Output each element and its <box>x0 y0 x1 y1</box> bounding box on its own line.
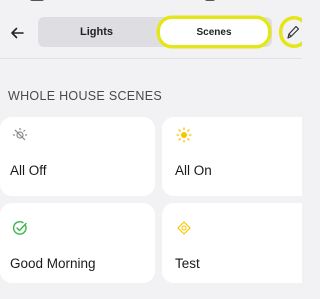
scenes-screen: Lights Scenes WHOLE HOUSE SCENES All Off <box>0 0 302 299</box>
top-bar: Lights Scenes <box>0 12 302 52</box>
pencil-icon <box>287 25 300 39</box>
status-bar-fragment <box>205 0 215 1</box>
section-title: WHOLE HOUSE SCENES <box>8 89 163 103</box>
scene-diamond-icon <box>177 221 191 235</box>
lights-scenes-segmented-control: Lights Scenes <box>38 17 272 47</box>
scene-card-all-on[interactable]: All On <box>162 117 302 196</box>
scene-card-test[interactable]: Test <box>162 203 302 283</box>
scene-label: Test <box>175 256 200 271</box>
check-circle-icon <box>12 221 27 235</box>
scene-card-good-morning[interactable]: Good Morning <box>0 203 155 283</box>
arrow-left-icon <box>11 27 24 39</box>
tab-lights[interactable]: Lights <box>38 17 155 47</box>
status-bar-fragment <box>30 0 44 1</box>
header-divider <box>0 58 302 59</box>
sun-icon <box>176 127 192 143</box>
scene-label: Good Morning <box>10 256 96 271</box>
bulb-off-icon <box>13 128 27 141</box>
edit-button[interactable] <box>279 16 302 48</box>
back-button[interactable] <box>6 22 28 44</box>
scene-card-all-off[interactable]: All Off <box>0 117 155 196</box>
scene-label: All Off <box>10 163 47 178</box>
scene-label: All On <box>175 163 212 178</box>
tab-scenes[interactable]: Scenes <box>160 19 268 45</box>
